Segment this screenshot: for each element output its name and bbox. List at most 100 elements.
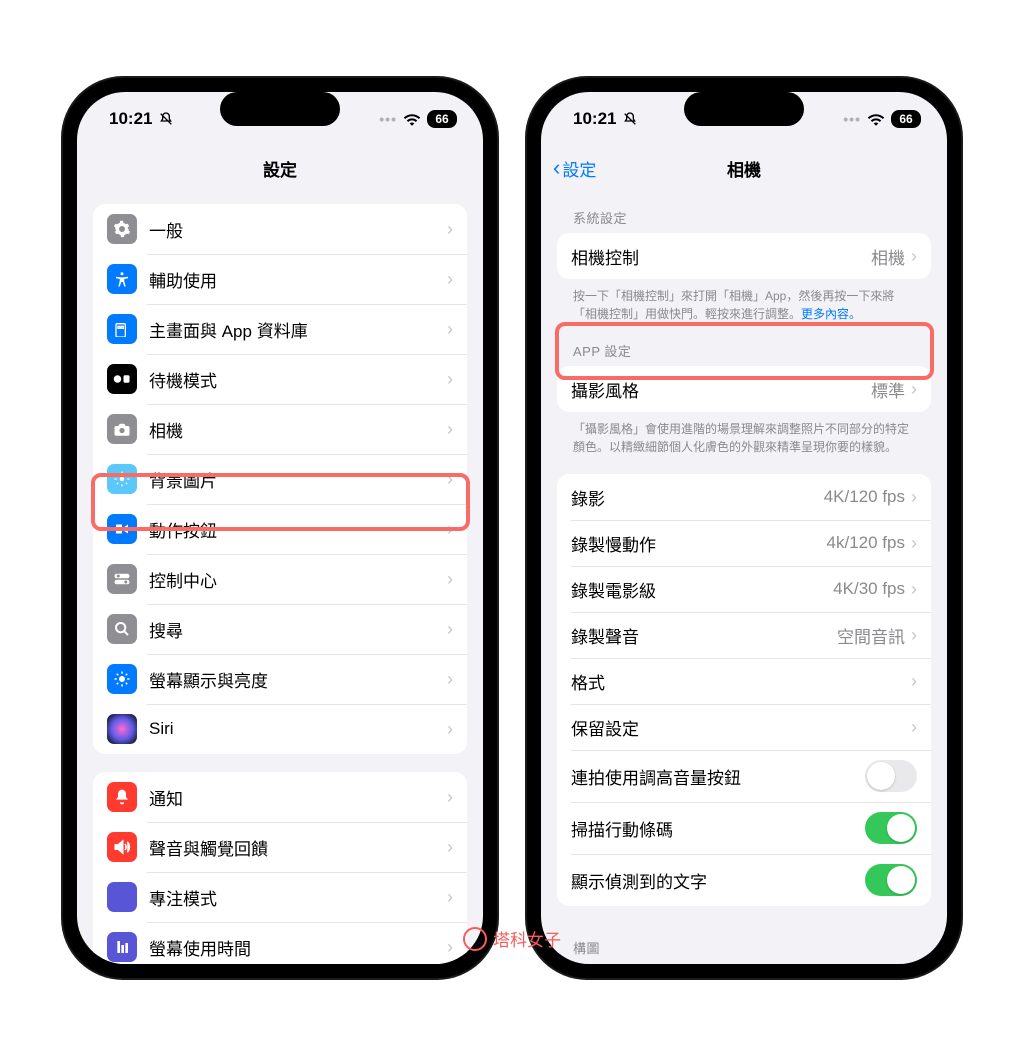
row-record-video[interactable]: 錄影 4K/120 fps › [557, 474, 931, 520]
row-photo-style[interactable]: 攝影風格 標準 › [557, 366, 931, 412]
row-value: 4K/120 fps [824, 487, 905, 507]
chevron-left-icon: ‹ [553, 155, 560, 181]
status-time: 10:21 [573, 109, 616, 129]
group-photo-style: 攝影風格 標準 › [557, 366, 931, 412]
row-value: 4K/30 fps [833, 579, 905, 599]
row-label: 一般 [149, 217, 447, 242]
toggle-detected-text[interactable] [865, 864, 917, 896]
row-label: 錄製慢動作 [571, 531, 827, 556]
wallpaper-icon [107, 464, 137, 494]
screentime-icon [107, 932, 137, 962]
row-search[interactable]: 搜尋 › [93, 604, 467, 654]
row-label: 相機控制 [571, 244, 871, 269]
chevron-right-icon: › [911, 625, 917, 646]
status-time: 10:21 [109, 109, 152, 129]
footer-camera-control: 按一下「相機控制」來打開「相機」App，然後再按一下來將「相機控制」用做快門。輕… [557, 279, 931, 323]
row-wallpaper[interactable]: 背景圖片 › [93, 454, 467, 504]
row-siri[interactable]: Siri › [93, 704, 467, 754]
row-scan-qr[interactable]: 掃描行動條碼 [557, 802, 931, 854]
row-standby[interactable]: 待機模式 › [93, 354, 467, 404]
row-label: 通知 [149, 785, 447, 810]
page-title: 相機 [727, 156, 761, 181]
focus-icon [107, 882, 137, 912]
row-apps[interactable]: 主畫面與 App 資料庫 › [93, 304, 467, 354]
sounds-icon [107, 832, 137, 862]
camera-icon [107, 414, 137, 444]
dynamic-island [684, 92, 804, 126]
row-value: 空間音訊 [837, 623, 905, 648]
chevron-right-icon: › [447, 837, 453, 858]
group-recording: 錄影 4K/120 fps › 錄製慢動作 4k/120 fps › 錄製電影級… [557, 474, 931, 906]
row-label: Siri [149, 719, 447, 739]
row-label: 保留設定 [571, 715, 911, 740]
row-sounds[interactable]: 聲音與觸覺回饋 › [93, 822, 467, 872]
row-label: 待機模式 [149, 367, 447, 392]
action-button-icon [107, 514, 137, 544]
control-center-icon [107, 564, 137, 594]
row-label: 錄製聲音 [571, 623, 837, 648]
accessibility-icon [107, 264, 137, 294]
row-label: 背景圖片 [149, 467, 447, 492]
back-button[interactable]: ‹ 設定 [553, 155, 596, 181]
row-camera-control[interactable]: 相機控制 相機 › [557, 233, 931, 279]
chevron-right-icon: › [911, 717, 917, 738]
more-info-link[interactable]: 更多內容。 [801, 307, 861, 321]
row-control-center[interactable]: 控制中心 › [93, 554, 467, 604]
row-burst-volume[interactable]: 連拍使用調高音量按鈕 [557, 750, 931, 802]
chevron-right-icon: › [447, 269, 453, 290]
row-preserve-settings[interactable]: 保留設定 › [557, 704, 931, 750]
chevron-right-icon: › [911, 379, 917, 400]
row-focus[interactable]: 專注模式 › [93, 872, 467, 922]
page-title: 設定 [263, 156, 297, 181]
row-action-button[interactable]: 動作按鈕 › [93, 504, 467, 554]
bell-slash-icon [622, 111, 638, 127]
row-formats[interactable]: 格式 › [557, 658, 931, 704]
settings-group-2: 通知 › 聲音與觸覺回饋 › 專注模式 › 螢幕使用時間 › [93, 772, 467, 964]
chevron-right-icon: › [911, 533, 917, 554]
chevron-right-icon: › [447, 569, 453, 590]
row-label: 搜尋 [149, 617, 447, 642]
row-label: 錄製電影級 [571, 577, 833, 602]
watermark: 塔科女子 [463, 926, 561, 951]
chevron-right-icon: › [447, 369, 453, 390]
wifi-icon [867, 112, 885, 126]
toggle-burst-volume[interactable] [865, 760, 917, 792]
row-notifications[interactable]: 通知 › [93, 772, 467, 822]
row-record-slomo[interactable]: 錄製慢動作 4k/120 fps › [557, 520, 931, 566]
phone-mock-left: 10:21 ••• 66 設定 一般 [63, 78, 497, 978]
row-label: 動作按鈕 [149, 517, 447, 542]
row-label: 錄影 [571, 485, 824, 510]
chevron-right-icon: › [447, 937, 453, 958]
footer-photo-style: 「攝影風格」會使用進階的場景理解來調整照片不同部分的特定顏色。以精緻細節個人化膚… [557, 412, 931, 456]
chevron-right-icon: › [447, 419, 453, 440]
chevron-right-icon: › [911, 671, 917, 692]
row-value: 相機 [871, 244, 905, 269]
siri-icon [107, 714, 137, 744]
row-record-sound[interactable]: 錄製聲音 空間音訊 › [557, 612, 931, 658]
chevron-right-icon: › [447, 619, 453, 640]
cellular-dots-icon: ••• [843, 111, 861, 127]
row-label: 格式 [571, 669, 911, 694]
row-general[interactable]: 一般 › [93, 204, 467, 254]
nav-bar: ‹ 設定 相機 [541, 146, 947, 190]
section-header-system: 系統設定 [557, 190, 931, 233]
chevron-right-icon: › [447, 787, 453, 808]
row-display[interactable]: 螢幕顯示與亮度 › [93, 654, 467, 704]
row-label: 顯示偵測到的文字 [571, 868, 865, 893]
watermark-logo-icon [463, 927, 487, 951]
row-label: 連拍使用調高音量按鈕 [571, 764, 865, 789]
chevron-right-icon: › [447, 719, 453, 740]
row-accessibility[interactable]: 輔助使用 › [93, 254, 467, 304]
chevron-right-icon: › [911, 487, 917, 508]
row-record-cinematic[interactable]: 錄製電影級 4K/30 fps › [557, 566, 931, 612]
row-detected-text[interactable]: 顯示偵測到的文字 [557, 854, 931, 906]
toggle-scan-qr[interactable] [865, 812, 917, 844]
row-label: 主畫面與 App 資料庫 [149, 317, 447, 342]
row-label: 螢幕顯示與亮度 [149, 667, 447, 692]
row-screentime[interactable]: 螢幕使用時間 › [93, 922, 467, 964]
chevron-right-icon: › [911, 246, 917, 267]
row-camera[interactable]: 相機 › [93, 404, 467, 454]
row-label: 專注模式 [149, 885, 447, 910]
chevron-right-icon: › [447, 469, 453, 490]
standby-icon [107, 364, 137, 394]
